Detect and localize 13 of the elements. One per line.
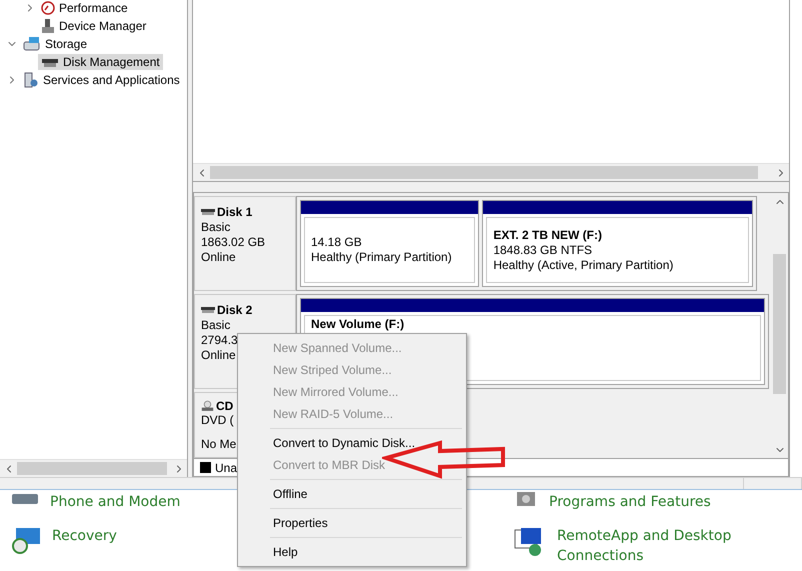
partition-status: Healthy (Primary Partition) — [311, 250, 453, 265]
partition-title: New Volume (F:) — [311, 317, 406, 332]
partition-size: 14.18 GB — [311, 235, 363, 250]
disk-name: Disk 2 — [201, 301, 289, 318]
disk-info: Basic — [201, 318, 232, 333]
partition-size: 1848.83 GB NTFS — [493, 242, 594, 258]
disk-name: Disk 1 — [201, 203, 289, 220]
legend-label: Una — [215, 460, 238, 474]
disk-info: Online — [201, 250, 237, 265]
partition-title: EXT. 2 TB NEW (F:) — [493, 228, 603, 242]
disk-info: 1863.02 GB — [201, 235, 266, 250]
partition-status: Healthy (Active, Primary Partition) — [493, 258, 674, 272]
disk-info: Basic — [201, 220, 232, 235]
